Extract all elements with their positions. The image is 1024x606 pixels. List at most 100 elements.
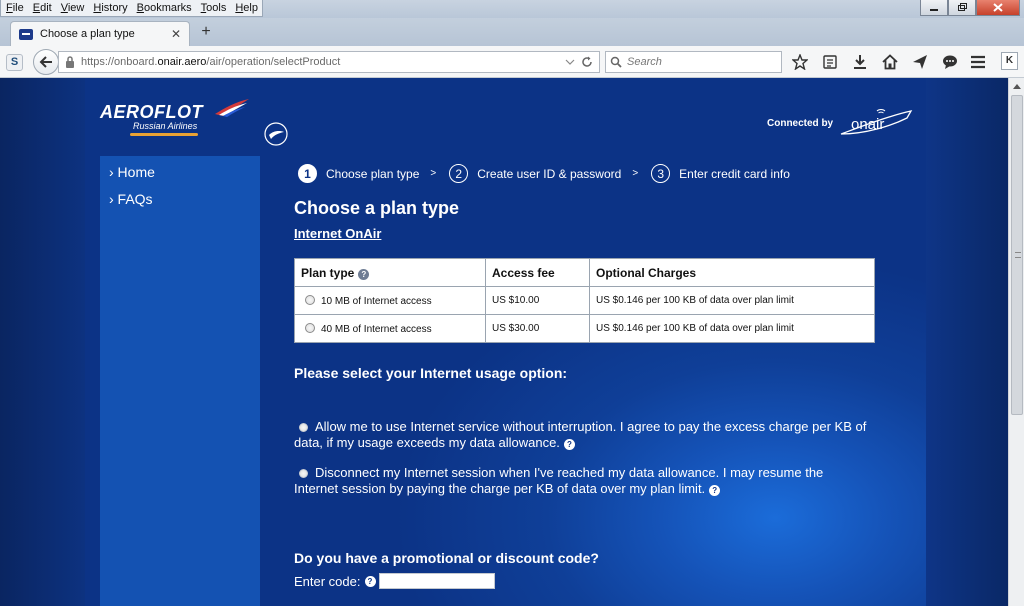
url-bar[interactable]: https://onboard.onair.aero/air/operation… bbox=[58, 51, 600, 73]
send-icon[interactable] bbox=[910, 52, 930, 72]
step-2: 2 Create user ID & password bbox=[449, 164, 621, 183]
logo-underline bbox=[130, 133, 198, 136]
usage-option-title: Please select your Internet usage option… bbox=[294, 365, 568, 381]
reload-icon[interactable] bbox=[581, 56, 593, 68]
plan-radio-40mb[interactable] bbox=[305, 322, 315, 333]
menu-bookmarks[interactable]: Bookmarks bbox=[132, 0, 196, 16]
url-text: https://onboard.onair.aero/air/operation… bbox=[81, 56, 565, 68]
usage-option-uninterrupted: Allow me to use Internet service without… bbox=[294, 419, 869, 451]
progress-steps: 1 Choose plan type > 2 Create user ID & … bbox=[298, 164, 790, 183]
plan-radio-10mb[interactable] bbox=[305, 294, 315, 305]
promo-code-input[interactable] bbox=[378, 573, 495, 589]
background-left bbox=[0, 78, 85, 606]
onair-logo-icon: onair bbox=[840, 109, 913, 135]
menu-items: File Edit View History Bookmarks Tools H… bbox=[0, 0, 263, 17]
minimize-icon[interactable] bbox=[920, 0, 948, 16]
usage-option-text: Allow me to use Internet service without… bbox=[294, 419, 867, 450]
url-tools bbox=[565, 56, 599, 68]
scroll-grip-icon bbox=[1015, 252, 1021, 258]
aeroflot-favicon-icon bbox=[19, 28, 33, 40]
search-bar[interactable]: Search bbox=[605, 51, 782, 73]
bookmark-star-icon[interactable] bbox=[790, 52, 810, 72]
logo-subtext: Russian Airlines bbox=[133, 121, 198, 131]
plan-name: 10 MB of Internet access bbox=[321, 295, 432, 307]
usage-option-disconnect: Disconnect my Internet session when I've… bbox=[294, 465, 869, 497]
step-separator: > bbox=[430, 168, 437, 179]
tab-choose-plan[interactable]: Choose a plan type ✕ bbox=[10, 21, 190, 46]
help-icon[interactable]: ? bbox=[563, 439, 575, 450]
toolbar-icons bbox=[790, 52, 960, 72]
chat-icon[interactable] bbox=[940, 52, 960, 72]
step-3: 3 Enter credit card info bbox=[651, 164, 790, 183]
new-tab-icon[interactable]: + bbox=[197, 23, 215, 41]
usage-radio-disconnect[interactable] bbox=[299, 469, 308, 478]
help-icon[interactable]: ? bbox=[709, 485, 721, 496]
search-placeholder: Search bbox=[627, 56, 662, 68]
menu-view[interactable]: View bbox=[56, 0, 89, 16]
charges-cell: US $0.146 per 100 KB of data over plan l… bbox=[589, 314, 875, 343]
search-icon bbox=[610, 56, 622, 68]
extension-k-icon[interactable]: K bbox=[1001, 52, 1018, 70]
connected-by-label: Connected by bbox=[767, 117, 834, 129]
reading-list-icon[interactable] bbox=[820, 52, 840, 72]
tab-bar: Choose a plan type ✕ + bbox=[0, 18, 1024, 46]
charges-cell: US $0.146 per 100 KB of data over plan l… bbox=[589, 286, 875, 315]
fee-cell: US $30.00 bbox=[485, 314, 590, 343]
fee-cell: US $10.00 bbox=[485, 286, 590, 315]
url-prefix: https://onboard. bbox=[81, 56, 158, 68]
dropdown-arrow-icon[interactable] bbox=[565, 58, 575, 66]
connected-by-onair: Connected by onair bbox=[767, 108, 915, 138]
lock-icon bbox=[66, 56, 74, 68]
page-scrollbar[interactable] bbox=[1008, 78, 1024, 606]
menu-file[interactable]: File bbox=[1, 0, 28, 16]
header-access-fee: Access fee bbox=[485, 258, 590, 287]
menu-help[interactable]: Help bbox=[230, 0, 262, 16]
step-1-number: 1 bbox=[298, 164, 317, 183]
page-title: Choose a plan type bbox=[294, 198, 460, 218]
plan-name: 40 MB of Internet access bbox=[321, 323, 432, 335]
logo-wordmark: AEROFLOT bbox=[100, 102, 203, 122]
tab-close-icon[interactable]: ✕ bbox=[171, 27, 181, 41]
table-header-row: Plan type? Access fee Optional Charges bbox=[294, 258, 875, 287]
step-2-label: Create user ID & password bbox=[477, 166, 622, 181]
menu-history[interactable]: History bbox=[88, 0, 131, 16]
onair-wordmark: onair bbox=[851, 116, 884, 133]
page-viewport: AEROFLOT Russian Airlines Connected by o… bbox=[0, 78, 1008, 606]
page-container: AEROFLOT Russian Airlines Connected by o… bbox=[85, 78, 926, 606]
subheading-internet-onair[interactable]: Internet OnAir bbox=[294, 226, 879, 258]
back-button[interactable] bbox=[33, 49, 59, 75]
usage-radio-uninterrupted[interactable] bbox=[299, 423, 308, 432]
sidebar: › Home › FAQs bbox=[100, 156, 260, 606]
menu-edit[interactable]: Edit bbox=[28, 0, 56, 16]
scroll-up-icon[interactable] bbox=[1009, 78, 1024, 94]
header-optional-charges: Optional Charges bbox=[589, 258, 875, 287]
flag-wing-icon bbox=[215, 99, 249, 117]
home-icon[interactable] bbox=[880, 52, 900, 72]
restore-icon[interactable] bbox=[948, 0, 976, 16]
help-icon[interactable]: ? bbox=[358, 268, 370, 280]
usage-option-text: Disconnect my Internet session when I've… bbox=[294, 465, 824, 496]
back-arrow-icon bbox=[39, 56, 52, 68]
menu-tools[interactable]: Tools bbox=[196, 0, 231, 16]
scroll-thumb[interactable] bbox=[1011, 95, 1023, 415]
header-plan-type: Plan type? bbox=[294, 258, 486, 287]
table-row: 10 MB of Internet access US $10.00 US $0… bbox=[294, 286, 875, 315]
background-right bbox=[926, 78, 1008, 606]
menu-bar: File Edit View History Bookmarks Tools H… bbox=[0, 0, 1024, 18]
promo-label: Enter code: bbox=[294, 573, 361, 589]
addon-s-icon[interactable]: S bbox=[6, 54, 23, 71]
help-icon[interactable]: ? bbox=[364, 575, 376, 587]
sidebar-item-home[interactable]: › Home bbox=[100, 162, 260, 189]
step-3-label: Enter credit card info bbox=[679, 166, 790, 181]
step-2-number: 2 bbox=[449, 164, 469, 183]
tab-title: Choose a plan type bbox=[40, 28, 135, 40]
url-domain: onair.aero bbox=[157, 56, 207, 68]
download-icon[interactable] bbox=[850, 52, 870, 72]
hamburger-menu-icon[interactable] bbox=[968, 52, 988, 72]
step-separator: > bbox=[632, 168, 639, 179]
navigation-toolbar: S https://onboard.onair.aero/air/operati… bbox=[0, 46, 1024, 78]
sidebar-item-faqs[interactable]: › FAQs bbox=[100, 189, 260, 216]
aeroflot-logo[interactable]: AEROFLOT Russian Airlines bbox=[100, 98, 288, 146]
close-window-icon[interactable] bbox=[976, 0, 1020, 16]
window-controls bbox=[920, 0, 1020, 16]
